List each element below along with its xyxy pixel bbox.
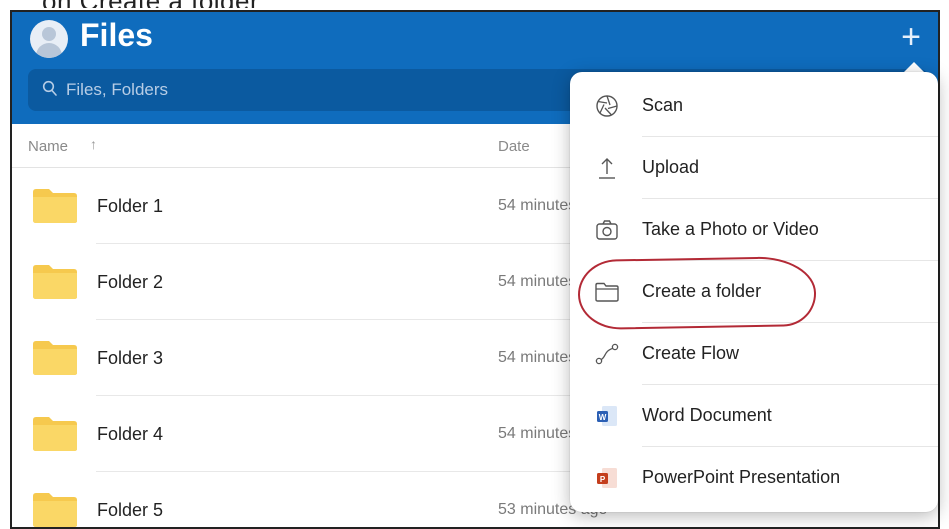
folder-name: Folder 2 [97,272,164,292]
word-icon: W [597,406,617,426]
menu-label: Create Flow [642,343,740,363]
menu-item-powerpoint[interactable]: P PowerPoint Presentation [570,447,938,509]
menu-item-photo[interactable]: Take a Photo or Video [570,199,938,261]
folder-name: Folder 5 [97,500,164,520]
folder-name: Folder 3 [97,348,164,368]
folder-icon [33,341,77,375]
upload-arrow-icon [599,158,615,179]
sort-ascending-icon[interactable]: ↑ [90,136,97,152]
search-input[interactable] [66,69,566,111]
menu-label: Scan [642,95,684,115]
column-date[interactable]: Date [498,138,530,155]
folder-icon [33,265,77,299]
menu-label: PowerPoint Presentation [642,467,841,487]
camera-icon [596,220,618,240]
user-avatar-icon[interactable] [30,20,68,58]
folder-icon [33,189,77,223]
folder-icon [33,493,77,527]
folder-name: Folder 1 [97,196,164,216]
caption-text: on Create a folder [42,0,259,8]
flow-icon [595,343,619,365]
folder-icon [33,417,77,451]
menu-item-upload[interactable]: Upload [570,137,938,199]
menu-item-word[interactable]: W Word Document [570,385,938,447]
column-name[interactable]: Name [28,138,68,155]
svg-text:P: P [600,475,606,484]
svg-text:W: W [599,413,607,422]
search-icon [42,80,57,96]
camera-aperture-icon [596,95,618,117]
menu-item-scan[interactable]: Scan [570,75,938,137]
menu-label: Upload [642,157,700,177]
menu-label: Take a Photo or Video [642,219,819,239]
menu-label: Word Document [642,405,772,425]
annotation-circle [577,255,817,331]
powerpoint-icon: P [597,468,617,488]
folder-name: Folder 4 [97,424,164,444]
plus-icon[interactable]: + [894,20,928,54]
page-title: Files [80,17,153,53]
menu-item-create-flow[interactable]: Create Flow [570,323,938,385]
